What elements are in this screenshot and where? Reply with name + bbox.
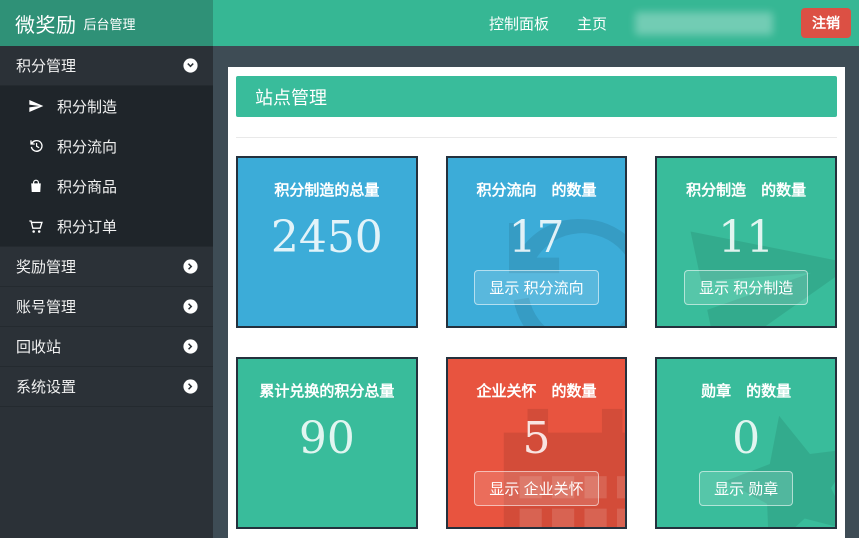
brand-logo: 微奖励 后台管理	[0, 0, 213, 46]
chevron-circle-right-icon	[182, 298, 199, 315]
sidebar-item-label: 回收站	[16, 336, 61, 357]
card-title: 勋章 的数量	[701, 380, 791, 401]
shopping-cart-icon	[28, 218, 44, 234]
sidebar-item-reward-management[interactable]: 奖励管理	[0, 247, 213, 287]
card-title: 累计兑换的积分总量	[259, 380, 394, 401]
history-icon	[28, 138, 44, 154]
sidebar: 积分管理 积分制造 积分流向 积分商品	[0, 46, 213, 538]
nav-link-home[interactable]: 主页	[577, 13, 607, 34]
paper-plane-icon	[28, 98, 44, 114]
sidebar-item-label: 账号管理	[16, 296, 76, 317]
show-points-create-button[interactable]: 显示 积分制造	[684, 270, 808, 305]
sidebar-item-account-management[interactable]: 账号管理	[0, 287, 213, 327]
page-title: 站点管理	[255, 84, 327, 110]
stat-cards-grid: 积分制造的总量 2450 积分流向 的数量 17 显示 积分流向 积分制造 的数…	[236, 156, 837, 529]
card-value: 2450	[271, 214, 383, 262]
show-enterprise-care-button[interactable]: 显示 企业关怀	[474, 471, 598, 506]
main-layout: 积分管理 积分制造 积分流向 积分商品	[0, 46, 859, 538]
card-value: 17	[508, 214, 564, 262]
show-points-flow-button[interactable]: 显示 积分流向	[474, 270, 598, 305]
sidebar-item-label: 系统设置	[16, 376, 76, 397]
sidebar-subitem-label: 积分制造	[57, 96, 117, 117]
calendar-icon	[480, 397, 627, 529]
sidebar-item-points-management[interactable]: 积分管理	[0, 46, 213, 86]
content-area: 站点管理 积分制造的总量 2450 积分流向 的数量 17 显示 积分流向	[213, 46, 859, 538]
sidebar-item-recycle-bin[interactable]: 回收站	[0, 327, 213, 367]
card-title: 积分制造 的数量	[686, 179, 806, 200]
shopping-bag-icon	[28, 178, 44, 194]
divider	[236, 137, 837, 138]
sidebar-subitem-points-flow[interactable]: 积分流向	[0, 126, 213, 166]
brand-title: 微奖励	[15, 9, 77, 38]
sidebar-item-label: 奖励管理	[16, 256, 76, 277]
card-value: 11	[718, 214, 774, 262]
points-management-submenu: 积分制造 积分流向 积分商品 积分订单	[0, 86, 213, 247]
sidebar-subitem-label: 积分流向	[57, 136, 117, 157]
chevron-circle-right-icon	[182, 258, 199, 275]
panel-title-bar: 站点管理	[236, 76, 837, 117]
sidebar-item-system-settings[interactable]: 系统设置	[0, 367, 213, 407]
brand-subtitle: 后台管理	[84, 14, 136, 33]
card-points-create-count: 积分制造 的数量 11 显示 积分制造	[655, 156, 837, 328]
sidebar-subitem-label: 积分订单	[57, 216, 117, 237]
card-title: 企业关怀 的数量	[476, 380, 596, 401]
card-value: 0	[732, 415, 760, 463]
card-value: 5	[522, 415, 550, 463]
card-enterprise-care-count: 企业关怀 的数量 5 显示 企业关怀	[446, 357, 628, 529]
sidebar-subitem-points-create[interactable]: 积分制造	[0, 86, 213, 126]
card-points-created-total: 积分制造的总量 2450	[236, 156, 418, 328]
chevron-circle-right-icon	[182, 378, 199, 395]
card-value: 90	[299, 415, 355, 463]
chevron-circle-right-icon	[182, 338, 199, 355]
card-points-redeemed-total: 累计兑换的积分总量 90	[236, 357, 418, 529]
card-medal-count: 勋章 的数量 0 显示 勋章	[655, 357, 837, 529]
topnav: 控制面板 主页 注销	[213, 0, 859, 46]
nav-link-control-panel[interactable]: 控制面板	[489, 13, 549, 34]
card-title: 积分制造的总量	[274, 179, 379, 200]
sidebar-subitem-label: 积分商品	[57, 176, 117, 197]
sidebar-subitem-points-orders[interactable]: 积分订单	[0, 206, 213, 246]
show-medal-button[interactable]: 显示 勋章	[699, 471, 793, 506]
username-redacted	[635, 12, 773, 35]
sidebar-subitem-points-goods[interactable]: 积分商品	[0, 166, 213, 206]
chevron-circle-down-icon	[182, 57, 199, 74]
sidebar-item-label: 积分管理	[16, 55, 76, 76]
site-management-panel: 站点管理 积分制造的总量 2450 积分流向 的数量 17 显示 积分流向	[228, 67, 845, 538]
topbar: 微奖励 后台管理 控制面板 主页 注销	[0, 0, 859, 46]
card-title: 积分流向 的数量	[476, 179, 596, 200]
star-icon	[702, 388, 837, 529]
logout-button[interactable]: 注销	[801, 8, 851, 38]
card-points-flow-count: 积分流向 的数量 17 显示 积分流向	[446, 156, 628, 328]
